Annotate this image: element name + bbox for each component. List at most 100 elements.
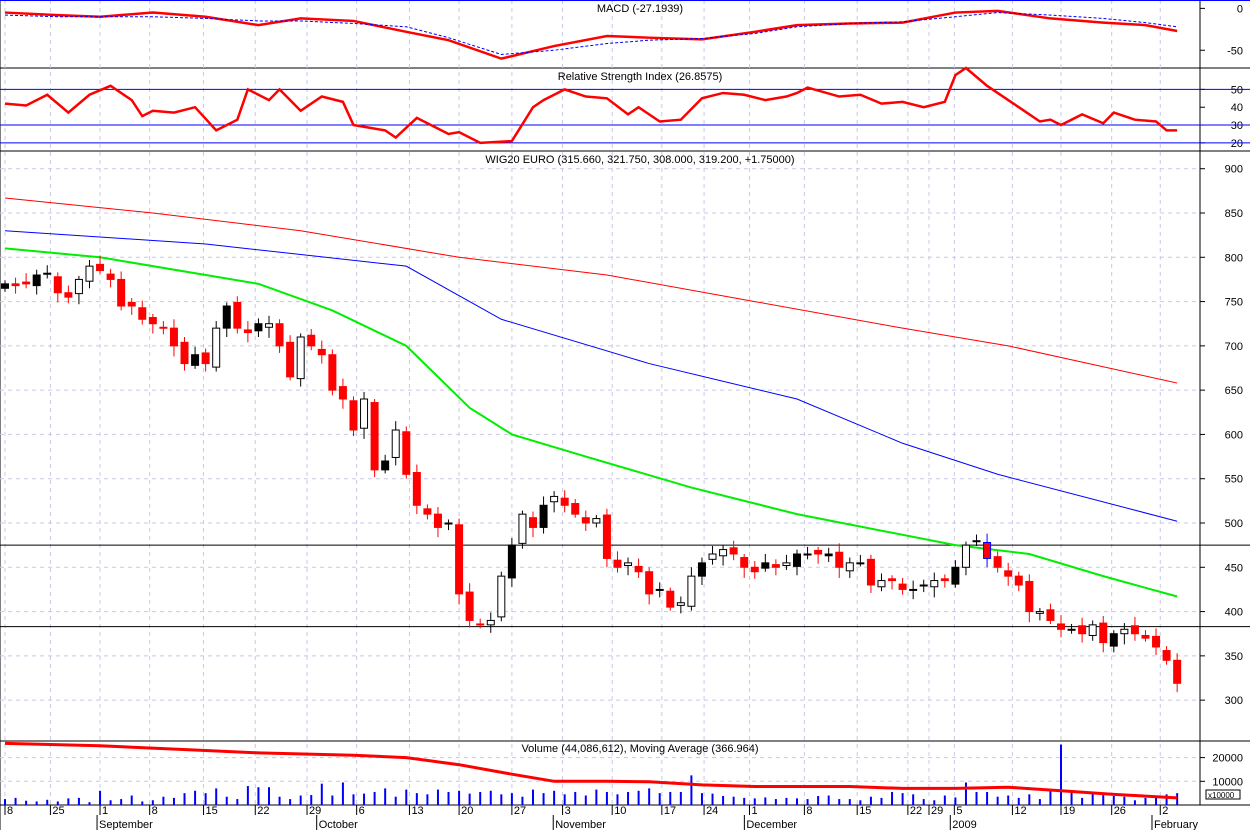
y-tick-label: 550 bbox=[1225, 474, 1243, 486]
candle-body bbox=[64, 292, 73, 298]
candle-body bbox=[740, 557, 749, 568]
candle-body bbox=[476, 623, 485, 626]
candle-body bbox=[381, 460, 390, 471]
y-tick-label: 800 bbox=[1225, 252, 1243, 264]
candle-body bbox=[349, 400, 358, 431]
candle-body bbox=[233, 301, 242, 329]
candle-body bbox=[412, 472, 421, 506]
y-tick-label: 850 bbox=[1225, 208, 1243, 220]
candle-body bbox=[613, 559, 622, 568]
x-tick-label: 19 bbox=[1063, 805, 1075, 817]
candle-body bbox=[782, 562, 791, 567]
y-tick-label: 700 bbox=[1225, 341, 1243, 353]
candle-body bbox=[74, 278, 83, 295]
candle-body bbox=[433, 513, 442, 528]
y-tick-label: 300 bbox=[1225, 695, 1243, 707]
candle-body bbox=[676, 602, 685, 606]
candle-body bbox=[265, 323, 273, 328]
candle-body bbox=[793, 553, 801, 567]
x-tick-label: 1 bbox=[751, 805, 757, 817]
candle-body bbox=[486, 619, 495, 626]
plot-frame bbox=[0, 0, 1201, 806]
y-tick-label: 0 bbox=[1237, 3, 1243, 15]
moving-average-line bbox=[4, 247, 1178, 598]
candle-body bbox=[465, 591, 474, 621]
candle-body bbox=[43, 272, 52, 275]
candle-body bbox=[550, 495, 559, 503]
x-tick-label: 12 bbox=[1014, 805, 1026, 817]
candle-body bbox=[201, 352, 210, 365]
candle-body bbox=[1035, 611, 1044, 614]
candle-body bbox=[983, 541, 992, 559]
y-tick-label: 20000 bbox=[1212, 753, 1243, 765]
candle-body bbox=[1173, 659, 1182, 684]
candle-body bbox=[117, 278, 126, 307]
candle-body bbox=[529, 517, 537, 528]
x-tick-label: 27 bbox=[514, 805, 526, 817]
candle-body bbox=[602, 514, 611, 559]
candle-body bbox=[1130, 625, 1139, 635]
y-tick-label: 600 bbox=[1225, 429, 1243, 441]
x-tick-label: 20 bbox=[461, 805, 473, 817]
candle-body bbox=[898, 583, 907, 590]
candle-body bbox=[180, 341, 189, 365]
x-tick-label: 6 bbox=[359, 805, 365, 817]
panel-title: WIG20 EURO (315.660, 321.750, 308.000, 3… bbox=[485, 154, 794, 166]
candle-body bbox=[697, 562, 706, 577]
candle-body bbox=[719, 549, 728, 557]
panel-title: MACD (-27.1939) bbox=[597, 3, 683, 15]
panel-title: Volume (44,086,612), Moving Average (366… bbox=[521, 743, 758, 755]
chart-canvas: 8 25 1 8 15 22 29 6 13 20 27 3 10 17 24 1 8 15 22 29 5 12 19 26… bbox=[0, 0, 1250, 830]
candle-body bbox=[444, 522, 453, 525]
candle-body bbox=[972, 540, 981, 543]
candle-body bbox=[877, 580, 886, 588]
candle-body bbox=[835, 551, 844, 568]
candle-body bbox=[940, 578, 949, 582]
x-tick-label: 26 bbox=[1114, 805, 1126, 817]
candle-body bbox=[708, 553, 717, 560]
x-tick-label: 8 bbox=[7, 805, 13, 817]
candle-body bbox=[222, 305, 231, 329]
y-tick-label: 30 bbox=[1231, 120, 1243, 132]
candle-body bbox=[1067, 628, 1076, 631]
y-tick-label: 40 bbox=[1231, 102, 1243, 114]
month-label: September bbox=[99, 819, 153, 830]
candle-body bbox=[127, 301, 136, 307]
x-tick-label: 25 bbox=[52, 805, 64, 817]
candle-body bbox=[85, 265, 94, 282]
candle-body bbox=[750, 566, 759, 573]
candle-body bbox=[560, 497, 569, 506]
x-tick-label: 22 bbox=[910, 805, 922, 817]
candle-body bbox=[1141, 634, 1150, 639]
y-tick-label: 400 bbox=[1225, 607, 1243, 619]
candle-body bbox=[761, 562, 770, 569]
month-label: November bbox=[555, 819, 606, 830]
candle-body bbox=[518, 513, 527, 544]
candle-body bbox=[11, 283, 20, 287]
candle-body bbox=[1162, 650, 1171, 661]
candle-body bbox=[212, 327, 221, 368]
candle-body bbox=[666, 590, 675, 608]
candle-body bbox=[159, 326, 168, 329]
candle-body bbox=[856, 562, 865, 565]
candle-body bbox=[803, 553, 812, 556]
y-tick-label: 350 bbox=[1225, 651, 1243, 663]
candle-body bbox=[191, 354, 200, 366]
y-tick-label: 900 bbox=[1225, 164, 1243, 176]
candle-body bbox=[148, 317, 157, 325]
candle-body bbox=[286, 341, 295, 378]
candle-body bbox=[402, 431, 411, 475]
y-tick-label: 650 bbox=[1225, 385, 1243, 397]
x-tick-label: 1 bbox=[102, 805, 108, 817]
candle-body bbox=[370, 402, 379, 471]
candle-body bbox=[592, 518, 601, 524]
candle-body bbox=[993, 556, 1002, 568]
candle-body bbox=[1004, 570, 1013, 577]
y-tick-label: 450 bbox=[1225, 562, 1243, 574]
y-tick-label: 20 bbox=[1231, 138, 1243, 150]
x-tick-label: 8 bbox=[806, 805, 812, 817]
moving-average-line bbox=[4, 230, 1178, 522]
candle-body bbox=[909, 588, 918, 591]
candle-body bbox=[771, 564, 780, 568]
candle-body bbox=[1, 283, 9, 289]
